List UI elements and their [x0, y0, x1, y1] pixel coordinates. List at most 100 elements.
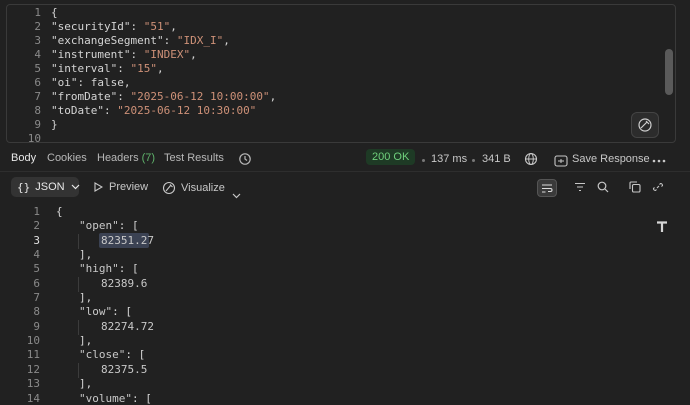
status-badge[interactable]: 200 OK [366, 149, 416, 165]
line-number: 5 [33, 262, 40, 275]
code-line: "exchangeSegment": "IDX_I", [51, 34, 230, 48]
json-string: "2025-06-12 10:00:00" [130, 90, 270, 103]
request-scrollbar[interactable] [665, 49, 673, 95]
json-key: "volume" [79, 392, 132, 405]
json-sep: : [103, 104, 118, 117]
line-number: 9 [33, 320, 40, 333]
json-sep: : [77, 76, 91, 89]
response-time[interactable]: 137 ms [431, 153, 467, 165]
save-response-button[interactable]: Save Response [572, 153, 650, 165]
json-key: "high" [79, 262, 119, 275]
code-line: ], [79, 291, 93, 304]
headers-count-badge: (7) [141, 152, 156, 164]
globe-icon[interactable] [524, 151, 538, 170]
json-punct: : [ [125, 348, 146, 361]
json-number: 82375.5 [101, 363, 148, 376]
code-line: "close": [ [79, 348, 145, 361]
json-comma: , [170, 20, 177, 33]
line-number: 2 [33, 219, 40, 232]
json-comma: , [156, 62, 164, 75]
line-number: 5 [34, 62, 41, 75]
tab-headers-label: Headers [97, 152, 139, 164]
json-punct: : [ [131, 392, 152, 405]
json-comma: , [190, 48, 197, 61]
save-response-icon [554, 152, 568, 171]
code-line: "securityId": "51", [51, 20, 177, 34]
line-number: 6 [33, 277, 40, 290]
json-key: "oi" [51, 76, 78, 89]
json-comma: , [123, 76, 131, 89]
json-comma: , [269, 90, 277, 103]
tab-body[interactable]: Body [11, 152, 36, 164]
code-line: ], [79, 377, 93, 390]
search-icon[interactable] [594, 179, 612, 195]
line-number: 9 [34, 118, 41, 131]
wrap-lines-icon[interactable] [537, 179, 557, 197]
code-line: { [51, 6, 58, 19]
code-line: "open": [ [79, 219, 139, 232]
link-icon[interactable] [649, 179, 667, 195]
preview-label: Preview [109, 181, 149, 193]
line-number: 10 [26, 334, 40, 347]
json-comma: , [223, 34, 230, 47]
code-line: "low": [ [79, 305, 132, 318]
line-number: 10 [27, 132, 41, 143]
json-literal: false [90, 76, 124, 89]
tab-headers[interactable]: Headers (7) [97, 152, 155, 164]
json-string: "51" [143, 20, 171, 33]
indent-guide [78, 277, 79, 292]
indent-guide [78, 320, 79, 335]
visualize-button[interactable]: Visualize [162, 181, 225, 195]
json-sep: : [130, 48, 144, 61]
json-key: "fromDate" [51, 90, 118, 103]
line-number: 11 [26, 348, 40, 361]
json-string: "IDX_I" [176, 34, 224, 47]
line-number: 8 [34, 104, 41, 117]
line-number: 4 [33, 248, 40, 261]
json-braces-icon: {} [17, 180, 31, 194]
filter-icon[interactable] [571, 179, 589, 195]
json-key: "open" [79, 219, 119, 232]
line-number: 2 [34, 20, 41, 33]
code-line: { [56, 205, 63, 218]
indent-guide [78, 363, 79, 378]
line-number: 1 [34, 6, 41, 19]
request-body-editor[interactable]: 1 2 3 4 5 6 7 8 9 10 { "securityId": "51… [6, 4, 676, 143]
beautify-icon-svg [638, 118, 652, 132]
line-number: 8 [33, 305, 40, 318]
history-icon[interactable] [238, 151, 252, 170]
json-key: "exchangeSegment" [51, 34, 164, 47]
response-size[interactable]: 341 B [482, 153, 511, 165]
json-key: "close" [79, 348, 126, 361]
format-label: JSON [35, 181, 65, 193]
preview-button[interactable]: Preview [94, 181, 148, 193]
json-key: "securityId" [51, 20, 131, 33]
line-number: 7 [33, 291, 40, 304]
code-line: "oi": false, [51, 76, 131, 90]
json-sep: : [117, 62, 131, 75]
json-punct: : [ [118, 262, 139, 275]
format-dropdown[interactable]: {} JSON [11, 177, 80, 197]
line-number: 1 [33, 205, 40, 218]
tab-cookies[interactable]: Cookies [47, 152, 87, 164]
json-number: 82389.6 [101, 277, 148, 290]
json-punct: : [ [112, 305, 132, 318]
json-number: 82351.27 [101, 234, 154, 247]
play-icon [94, 182, 103, 192]
line-number: 3 [33, 234, 40, 247]
copy-icon[interactable] [626, 179, 644, 195]
json-string: "INDEX" [143, 48, 191, 61]
json-string: "2025-06-12 10:30:00" [117, 104, 257, 117]
beautify-icon[interactable] [631, 112, 659, 138]
code-line: "fromDate": "2025-06-12 10:00:00", [51, 90, 276, 104]
separator-dot [422, 159, 425, 162]
json-key: "toDate" [51, 104, 104, 117]
more-icon[interactable] [652, 152, 666, 171]
tab-divider [0, 171, 690, 172]
tab-test-results[interactable]: Test Results [164, 152, 224, 164]
code-line: ], [79, 334, 93, 347]
text-format-icon[interactable] [656, 221, 668, 236]
line-number: 6 [34, 76, 41, 89]
line-number: 14 [26, 392, 40, 405]
code-line: "interval": "15", [51, 62, 164, 76]
